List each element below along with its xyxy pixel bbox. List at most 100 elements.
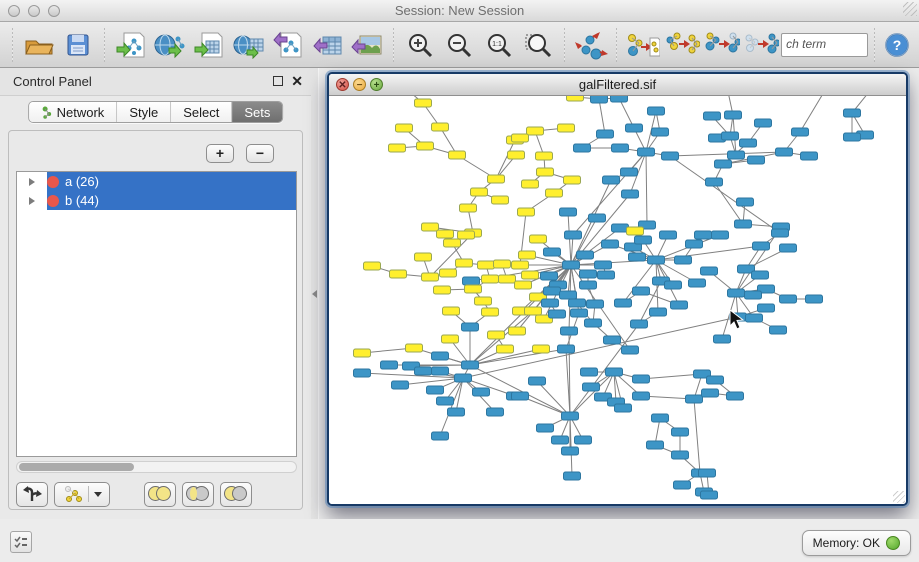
graph-node[interactable]: [722, 132, 739, 140]
graph-node[interactable]: [728, 289, 745, 297]
graph-node[interactable]: [471, 188, 488, 196]
graph-node[interactable]: [536, 152, 553, 160]
float-panel-icon[interactable]: [273, 76, 283, 86]
graph-node[interactable]: [686, 240, 703, 248]
graph-node[interactable]: [615, 299, 632, 307]
graph-node[interactable]: [585, 319, 602, 327]
graph-node[interactable]: [752, 271, 769, 279]
close-panel-icon[interactable]: ✕: [291, 73, 303, 90]
graph-node[interactable]: [478, 261, 495, 269]
graph-node[interactable]: [635, 236, 652, 244]
import-table-file-button[interactable]: [190, 26, 229, 64]
graph-node[interactable]: [571, 309, 588, 317]
search-input[interactable]: ch term: [781, 33, 868, 57]
expand-triangle-icon[interactable]: [29, 178, 35, 186]
graph-node[interactable]: [427, 386, 444, 394]
graph-node[interactable]: [560, 291, 577, 299]
graph-node[interactable]: [458, 231, 475, 239]
graph-node[interactable]: [381, 361, 398, 369]
graph-node[interactable]: [725, 111, 742, 119]
graph-node[interactable]: [695, 231, 712, 239]
import-table-web-button[interactable]: [229, 26, 268, 64]
graph-node[interactable]: [626, 124, 643, 132]
graph-node[interactable]: [569, 299, 586, 307]
graph-node[interactable]: [488, 175, 505, 183]
graph-node[interactable]: [497, 345, 514, 353]
graph-node[interactable]: [712, 231, 729, 239]
graph-node[interactable]: [487, 408, 504, 416]
graph-node[interactable]: [780, 295, 797, 303]
graph-edge[interactable]: [656, 246, 761, 260]
graph-edge[interactable]: [641, 374, 702, 379]
apply-preferred-layout-button[interactable]: [571, 26, 610, 64]
graph-node[interactable]: [561, 327, 578, 335]
add-set-button[interactable]: +: [206, 144, 234, 163]
graph-node[interactable]: [727, 392, 744, 400]
import-network-web-button[interactable]: [150, 26, 189, 64]
graph-node[interactable]: [460, 204, 477, 212]
graph-node[interactable]: [533, 345, 550, 353]
graph-node[interactable]: [542, 299, 559, 307]
graph-node[interactable]: [706, 178, 723, 186]
graph-node[interactable]: [522, 271, 539, 279]
graph-node[interactable]: [422, 223, 439, 231]
graph-edge[interactable]: [646, 152, 647, 225]
graph-node[interactable]: [629, 253, 646, 261]
graph-node[interactable]: [482, 275, 499, 283]
graph-node[interactable]: [462, 361, 479, 369]
set-row-a[interactable]: a (26): [17, 172, 296, 191]
graph-node[interactable]: [565, 231, 582, 239]
graph-node[interactable]: [602, 240, 619, 248]
frame-resize-grip[interactable]: [893, 491, 905, 503]
graph-node[interactable]: [604, 336, 621, 344]
graph-node[interactable]: [702, 389, 719, 397]
graph-node[interactable]: [390, 270, 407, 278]
graph-node[interactable]: [728, 151, 745, 159]
graph-node[interactable]: [652, 128, 669, 136]
graph-node[interactable]: [415, 367, 432, 375]
graph-node[interactable]: [675, 256, 692, 264]
dropdown-arrow-icon[interactable]: [94, 492, 102, 497]
graph-edge[interactable]: [800, 96, 827, 132]
graph-node[interactable]: [714, 335, 731, 343]
select-first-neighbors-button[interactable]: [663, 26, 702, 64]
graph-node[interactable]: [735, 220, 752, 228]
graph-node[interactable]: [612, 224, 629, 232]
graph-node[interactable]: [541, 272, 558, 280]
network-frame[interactable]: ✕ − + galFiltered.sif: [327, 72, 908, 506]
graph-node[interactable]: [417, 142, 434, 150]
graph-node[interactable]: [558, 345, 575, 353]
graph-node[interactable]: [437, 230, 454, 238]
graph-node[interactable]: [580, 270, 597, 278]
tab-select[interactable]: Select: [171, 102, 232, 122]
graph-node[interactable]: [537, 168, 554, 176]
graph-node[interactable]: [648, 107, 665, 115]
graph-node[interactable]: [396, 124, 413, 132]
graph-node[interactable]: [519, 251, 536, 259]
graph-node[interactable]: [622, 190, 639, 198]
graph-node[interactable]: [560, 208, 577, 216]
graph-node[interactable]: [686, 395, 703, 403]
graph-node[interactable]: [665, 281, 682, 289]
graph-node[interactable]: [575, 436, 592, 444]
graph-node[interactable]: [499, 275, 516, 283]
graph-node[interactable]: [512, 134, 529, 142]
set-row-b[interactable]: b (44): [17, 191, 296, 210]
graph-edge[interactable]: [400, 378, 463, 385]
graph-node[interactable]: [583, 383, 600, 391]
graph-node[interactable]: [806, 295, 823, 303]
graph-node[interactable]: [606, 368, 623, 376]
graph-node[interactable]: [527, 127, 544, 135]
graph-node[interactable]: [581, 368, 598, 376]
graph-node[interactable]: [633, 287, 650, 295]
graph-node[interactable]: [562, 447, 579, 455]
network-canvas[interactable]: [329, 96, 906, 504]
graph-node[interactable]: [552, 436, 569, 444]
graph-node[interactable]: [562, 412, 579, 420]
graph-node[interactable]: [631, 320, 648, 328]
graph-node[interactable]: [544, 287, 561, 295]
graph-node[interactable]: [509, 327, 526, 335]
panel-splitter[interactable]: [311, 68, 319, 519]
graph-node[interactable]: [529, 377, 546, 385]
graph-node[interactable]: [627, 227, 644, 235]
